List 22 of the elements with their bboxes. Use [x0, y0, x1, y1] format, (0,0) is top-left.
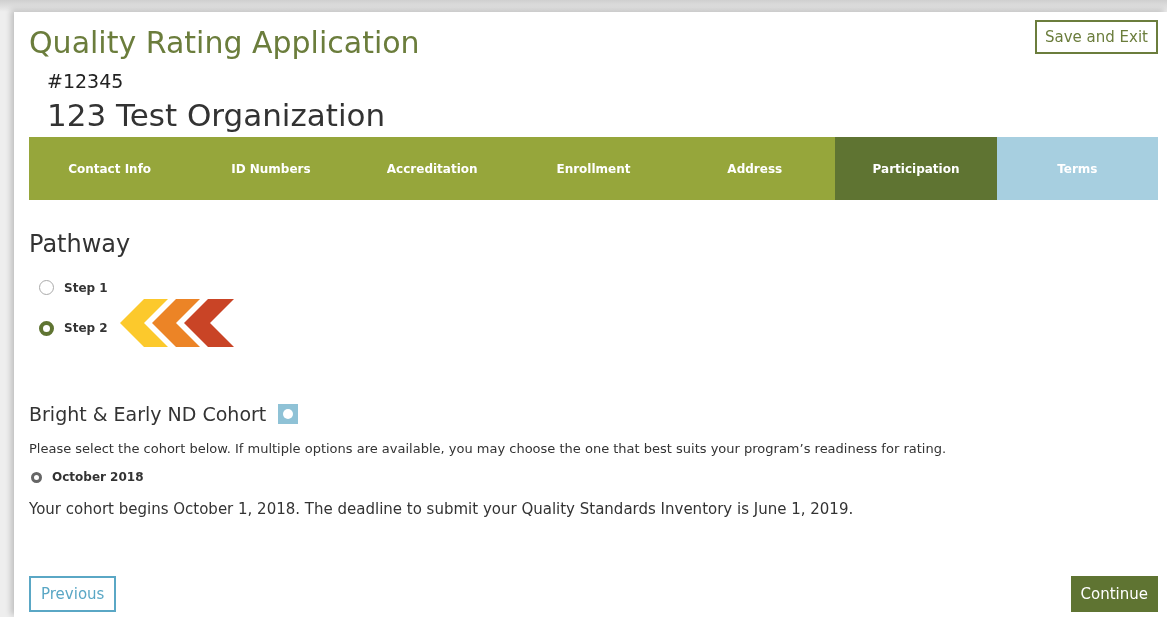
- cohort-note: Your cohort begins October 1, 2018. The deadline to submit your Quality Standards Inventory is June 1, 2019.: [29, 500, 855, 518]
- instructions-text: Please select the cohort below. If multiple options are available, you may choose the one that best suits your program’s readiness for rating.: [29, 441, 948, 456]
- nav-tab[interactable]: Address: [674, 137, 836, 200]
- radio-button[interactable]: [31, 471, 42, 483]
- nav-tab[interactable]: ID Numbers: [190, 137, 352, 200]
- page-title: Quality Rating Application: [29, 25, 420, 60]
- nav-tab[interactable]: Accreditation: [351, 137, 513, 200]
- save-and-exit-button[interactable]: Save and Exit: [1035, 20, 1158, 54]
- radio-label: October 2018: [52, 470, 144, 484]
- application-number: #12345: [47, 70, 125, 92]
- radio-button[interactable]: [39, 280, 54, 295]
- radio-label: Step 1: [64, 280, 108, 295]
- nav-tab[interactable]: Enrollment: [512, 137, 675, 200]
- radio-button[interactable]: [39, 320, 54, 336]
- section-heading: Pathway: [29, 230, 132, 258]
- organization-name: 123 Test Organization: [47, 97, 387, 133]
- cohort-heading: Bright & Early ND Cohort: [29, 403, 267, 425]
- nav-tab[interactable]: Participation: [835, 137, 997, 200]
- nav-tab[interactable]: Contact Info: [29, 137, 191, 200]
- radio-label: Step 2: [64, 321, 108, 335]
- previous-button[interactable]: Previous: [29, 576, 117, 612]
- continue-button[interactable]: Continue: [1070, 576, 1158, 612]
